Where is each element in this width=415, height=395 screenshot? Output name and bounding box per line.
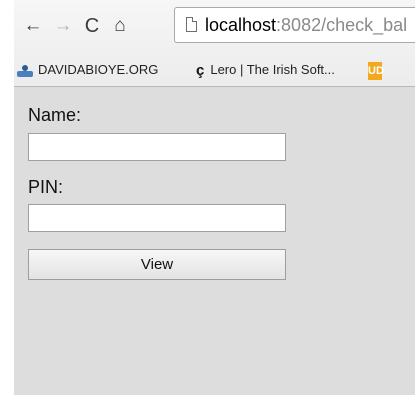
- view-button[interactable]: View: [28, 249, 286, 280]
- url-host: localhost: [205, 15, 277, 35]
- page-icon: [186, 17, 197, 32]
- bookmark-label: Lero | The Irish Soft...: [210, 62, 335, 77]
- page-content: Name: PIN: View: [14, 87, 415, 395]
- back-arrow-icon[interactable]: ←: [22, 13, 44, 39]
- person-icon: [17, 64, 33, 77]
- browser-chrome: ← → C ⌂ localhost:8082/check_bal DAVIDAB…: [14, 0, 415, 87]
- lero-icon: ç: [196, 61, 205, 79]
- name-label: Name:: [28, 105, 82, 125]
- navigation-toolbar: ← → C ⌂ localhost:8082/check_bal: [14, 0, 415, 52]
- pin-label: PIN:: [28, 177, 64, 197]
- bookmark-label: DAVIDABIOYE.ORG: [38, 62, 159, 77]
- home-icon[interactable]: ⌂: [108, 13, 132, 39]
- url-path: :8082/check_bal: [276, 15, 408, 35]
- bookmarks-bar: DAVIDABIOYE.ORG ç Lero | The Irish Soft..…: [14, 52, 415, 87]
- url-text[interactable]: localhost:8082/check_bal: [205, 15, 407, 36]
- name-input[interactable]: [28, 133, 286, 161]
- address-bar[interactable]: localhost:8082/check_bal: [174, 7, 415, 43]
- forward-arrow-icon[interactable]: →: [52, 13, 74, 39]
- pin-input[interactable]: [28, 204, 286, 232]
- ud-icon: UD: [368, 62, 384, 80]
- bookmark-ud[interactable]: UD: [368, 60, 384, 80]
- bookmark-lero[interactable]: ç Lero | The Irish Soft...: [196, 60, 335, 80]
- bookmark-davidabioye[interactable]: DAVIDABIOYE.ORG: [17, 60, 158, 80]
- reload-icon[interactable]: C: [81, 13, 103, 39]
